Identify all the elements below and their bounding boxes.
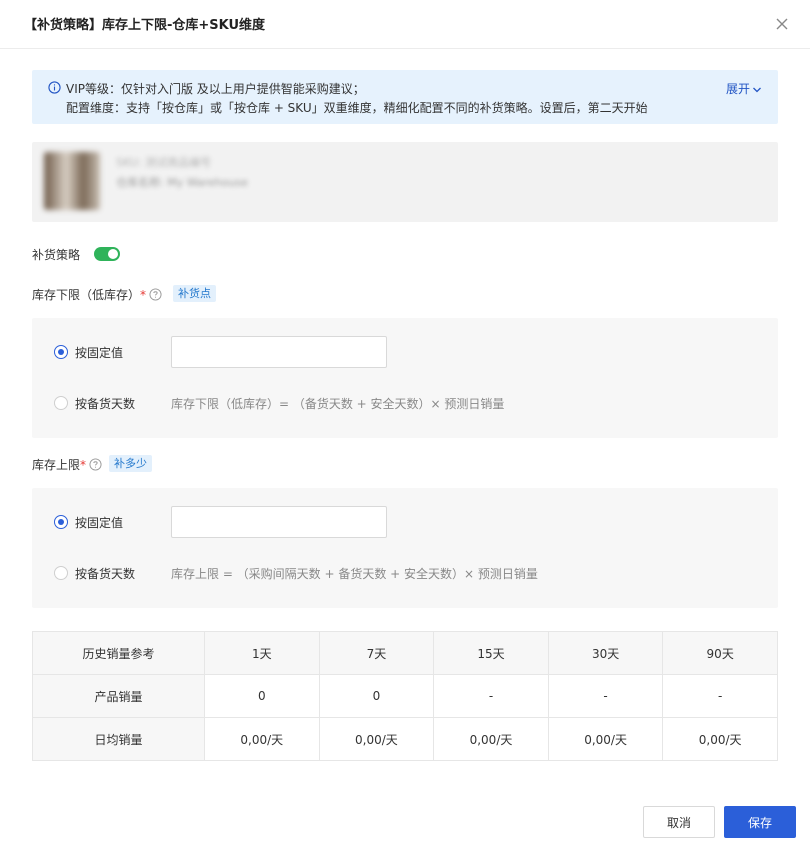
table-cell: 0,00/天 (547, 717, 664, 761)
lower-limit-formula: 库存下限（低库存）= （备货天数 + 安全天数）× 预测日销量 (171, 397, 505, 411)
expand-link[interactable]: 展开 (726, 80, 762, 97)
table-header-cell: 7天 (318, 631, 435, 675)
table-cell: 产品销量 (32, 674, 205, 718)
table-header-cell: 1天 (204, 631, 320, 675)
radio-button[interactable] (54, 515, 68, 529)
option-label: 按固定值 (75, 515, 124, 530)
lower-fixed-option[interactable]: 按固定值 (54, 343, 123, 361)
modal-title: 【补货策略】库存上下限-仓库+SKU维度 (24, 18, 266, 33)
table-cell: 0 (318, 674, 435, 718)
product-sku: SKU: 测试商品编号 (116, 156, 212, 169)
table-cell: 0,00/天 (662, 717, 778, 761)
upper-limit-label: 库存上限* (32, 456, 102, 473)
table-header-cell: 30天 (547, 631, 664, 675)
upper-limit-input[interactable] (171, 506, 387, 538)
required-mark: * (80, 458, 87, 472)
table-cell: 0,00/天 (204, 717, 320, 761)
radio-button[interactable] (54, 566, 68, 580)
reorder-point-tag: 补货点 (173, 285, 216, 302)
option-label: 按备货天数 (75, 396, 136, 411)
chevron-down-icon (753, 87, 761, 92)
table-cell: - (547, 674, 664, 718)
table-cell: - (433, 674, 549, 718)
expand-label: 展开 (725, 82, 750, 96)
table-header-cell: 15天 (433, 631, 549, 675)
sales-history-table: 历史销量参考 1天 7天 15天 30天 90天 产品销量 0 0 - - - … (32, 631, 778, 761)
notice-line-dimension: 配置维度：支持「按仓库」或「按仓库 + SKU」双重维度，精细化配置不同的补货策… (66, 101, 648, 115)
help-icon[interactable] (89, 458, 102, 471)
info-icon (48, 81, 61, 94)
strategy-toggle[interactable] (94, 247, 120, 261)
strategy-label: 补货策略 (32, 248, 81, 262)
table-cell: 0 (204, 674, 320, 718)
close-button[interactable] (772, 14, 792, 34)
upper-limit-options: 按固定值 按备货天数 库存上限 = （采购间隔天数 + 备货天数 + 安全天数）… (32, 488, 778, 608)
lower-limit-input[interactable] (171, 336, 387, 368)
vip-notice: VIP等级：仅针对入门版 及以上用户提供智能采购建议； 配置维度：支持「按仓库」… (32, 70, 778, 124)
upper-limit-title: 库存上限 (32, 458, 81, 472)
toggle-knob (108, 249, 118, 259)
lower-days-option[interactable]: 按备货天数 (54, 394, 135, 412)
table-cell: - (662, 674, 778, 718)
radio-button[interactable] (54, 396, 68, 410)
notice-line-vip: VIP等级：仅针对入门版 及以上用户提供智能采购建议； (66, 82, 365, 96)
table-row: 日均销量 0,00/天 0,00/天 0,00/天 0,00/天 0,00/天 (32, 717, 778, 761)
save-button[interactable]: 保存 (724, 806, 796, 838)
radio-button[interactable] (54, 345, 68, 359)
product-warehouse: 仓库名称: My Warehouse (116, 176, 248, 189)
table-header-cell: 90天 (662, 631, 778, 675)
upper-days-option[interactable]: 按备货天数 (54, 564, 135, 582)
lower-limit-options: 按固定值 按备货天数 库存下限（低库存）= （备货天数 + 安全天数）× 预测日… (32, 318, 778, 438)
product-thumbnail (44, 152, 100, 210)
upper-limit-formula: 库存上限 = （采购间隔天数 + 备货天数 + 安全天数）× 预测日销量 (171, 567, 538, 581)
how-much-tag: 补多少 (109, 455, 152, 472)
table-cell: 0,00/天 (433, 717, 549, 761)
table-cell: 日均销量 (32, 717, 205, 761)
close-icon (776, 18, 788, 30)
table-header-row: 历史销量参考 1天 7天 15天 30天 90天 (32, 631, 778, 675)
required-mark: * (140, 288, 147, 302)
table-cell: 0,00/天 (318, 717, 435, 761)
table-row: 产品销量 0 0 - - - (32, 674, 778, 718)
lower-limit-title: 库存下限（低库存） (32, 288, 141, 302)
table-header-cell: 历史销量参考 (32, 631, 205, 675)
help-icon[interactable] (149, 288, 162, 301)
modal-header: 【补货策略】库存上下限-仓库+SKU维度 (0, 0, 810, 49)
upper-fixed-option[interactable]: 按固定值 (54, 513, 123, 531)
replenishment-strategy-modal: 【补货策略】库存上下限-仓库+SKU维度 VIP等级：仅针对入门版 及以上用户提… (0, 0, 810, 853)
cancel-button[interactable]: 取消 (643, 806, 715, 838)
lower-limit-label: 库存下限（低库存）* (32, 286, 162, 303)
option-label: 按固定值 (75, 345, 124, 360)
option-label: 按备货天数 (75, 566, 136, 581)
product-card: SKU: 测试商品编号 仓库名称: My Warehouse (32, 142, 778, 222)
